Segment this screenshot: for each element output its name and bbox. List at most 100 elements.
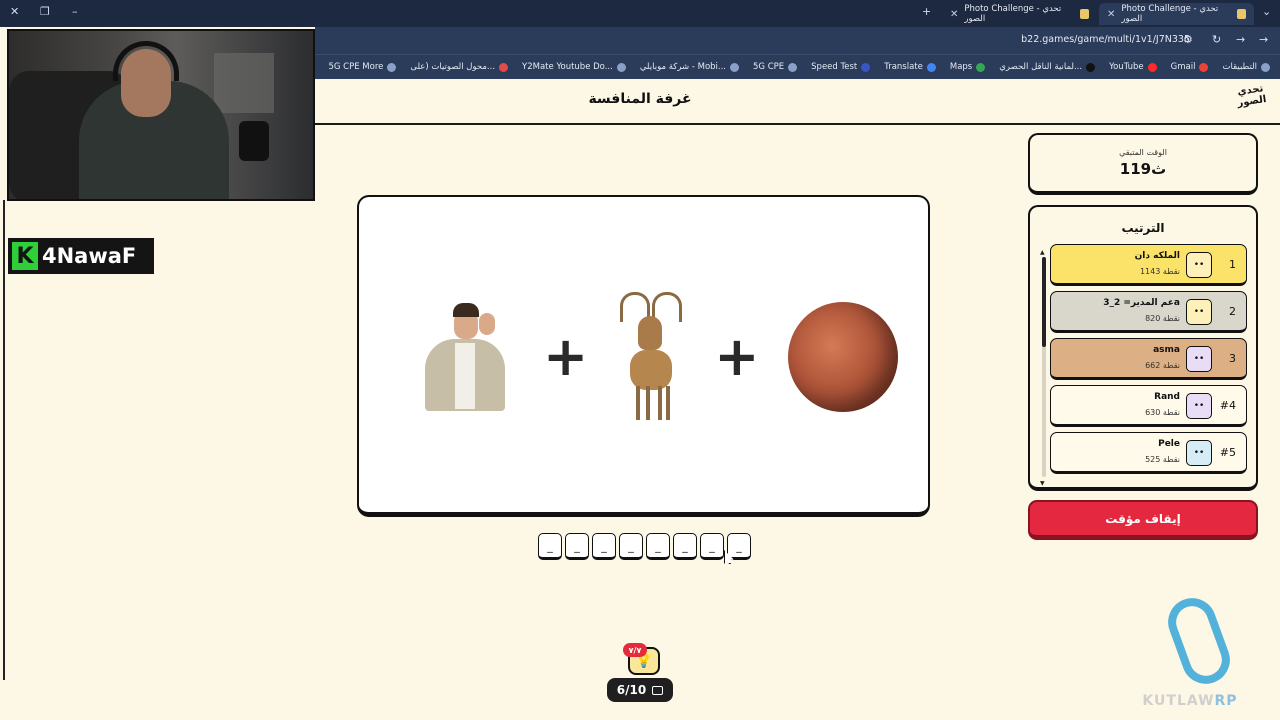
microphone-icon <box>239 121 269 161</box>
kick-logo-icon: K <box>12 242 38 270</box>
player-avatar-icon: •• <box>1186 346 1212 372</box>
tab-search-chevron-icon[interactable]: ⌄ <box>1262 5 1271 18</box>
answer-slot[interactable]: _ <box>646 533 670 560</box>
player-avatar-icon: •• <box>1186 440 1212 466</box>
scroll-down-icon[interactable]: ▼ <box>1040 480 1045 487</box>
player-avatar-icon: •• <box>1186 252 1212 278</box>
tab-title: Photo Challenge - تحدي الصور <box>964 4 1062 24</box>
plus-icon: + <box>543 325 589 388</box>
bookmark-y2mate[interactable]: Y2Mate Youtube Do... <box>522 62 626 72</box>
site-settings-icon[interactable]: ⚙ <box>1183 33 1193 46</box>
round-counter: 6/10 <box>607 678 673 702</box>
player-rank: 1 <box>1229 258 1236 271</box>
watermark-ring-icon <box>1161 591 1237 691</box>
close-window-icon[interactable]: ✕ <box>10 5 19 18</box>
answer-slot[interactable]: _ <box>538 533 562 560</box>
player-score: 525 نقطة <box>1145 455 1180 464</box>
router-icon <box>387 62 397 72</box>
player-score: 820 نقطة <box>1145 314 1180 323</box>
reload-icon[interactable]: ↻ <box>1212 33 1221 46</box>
back-icon[interactable]: → <box>1259 33 1268 46</box>
deer-image <box>616 292 686 422</box>
minimize-window-icon[interactable]: – <box>72 5 78 18</box>
round-progress: 6/10 <box>616 683 647 697</box>
bookmark-translate[interactable]: Translate <box>884 62 936 72</box>
answer-slot[interactable]: _ <box>700 533 724 560</box>
tab-favicon-icon <box>1236 9 1246 19</box>
ranking-scrollbar[interactable]: ▲ ▼ <box>1040 249 1046 487</box>
tab-photo-challenge-1[interactable]: ✕ Photo Challenge - تحدي الصور <box>1099 3 1254 25</box>
bookmark-gmail[interactable]: Gmail <box>1171 62 1209 72</box>
webcam-lamp <box>214 53 274 113</box>
answer-slot[interactable]: _ <box>619 533 643 560</box>
speed-test-icon <box>861 62 871 72</box>
bookmark-apps[interactable]: التطبيقات <box>1222 62 1270 72</box>
player-row: #4 •• Rand 630 نقطة <box>1050 385 1247 427</box>
player-name: Rand <box>1154 392 1180 402</box>
timer-card: الوقت المتبقي 119ث <box>1028 133 1258 195</box>
browser-tab-bar: ✕ ❐ – + ✕ Photo Challenge - تحدي الصور ✕… <box>0 0 1280 27</box>
youtube-icon <box>1147 62 1157 72</box>
watermark-logo: KUTLAWRP <box>1135 591 1245 717</box>
deer-body <box>630 350 673 390</box>
player-score: 630 نقطة <box>1145 408 1180 417</box>
man-hand <box>479 313 495 335</box>
answer-slot[interactable]: _ <box>592 533 616 560</box>
scroll-thumb[interactable] <box>1042 257 1046 347</box>
bookmark-speed-test[interactable]: Speed Test <box>811 62 871 72</box>
player-row: 1 •• الملكه دان 1143 نقطة <box>1050 244 1247 286</box>
gmail-icon <box>1199 62 1209 72</box>
close-tab-icon[interactable]: ✕ <box>950 9 958 20</box>
forward-icon[interactable]: → <box>1236 33 1245 46</box>
pause-timer-button[interactable]: إيقاف مؤقت <box>1028 500 1258 540</box>
player-score: 1143 نقطة <box>1139 267 1180 276</box>
deer-leg <box>636 386 641 420</box>
player-rank: #5 <box>1219 446 1236 459</box>
bookmark-mobily[interactable]: شركة موبايلي - Mobi... <box>640 62 740 72</box>
answer-slot[interactable]: _ <box>727 533 751 560</box>
player-name: الملكه دان <box>1134 251 1180 261</box>
close-tab-icon[interactable]: ✕ <box>1107 9 1115 20</box>
bookmark-maps[interactable]: Maps <box>950 62 986 72</box>
tv-icon <box>1086 62 1096 72</box>
restore-window-icon[interactable]: ❐ <box>40 5 50 18</box>
watermark-text: KUTLAWRP <box>1142 693 1238 709</box>
globe-icon <box>616 62 626 72</box>
deer-leg <box>658 386 663 420</box>
timer-label: الوقت المتبقي <box>1119 148 1167 157</box>
bookmark-tv[interactable]: لمانية الناقل الحصري... <box>999 62 1096 72</box>
channel-badge: K 4NawaF <box>8 238 154 274</box>
new-tab-icon[interactable]: + <box>922 5 931 18</box>
bookmark-audio-converter[interactable]: محول الصوتيات (على... <box>410 62 509 72</box>
deer-leg <box>666 386 671 420</box>
url-field[interactable]: b22.games/game/multi/1v1/J7N335 <box>1021 34 1190 45</box>
ranking-panel: الترتيب ▲ ▼ 1 •• الملكه دان 1143 نقطة 2 … <box>1028 205 1258 491</box>
player-rank: 3 <box>1229 352 1236 365</box>
bookmark-youtube[interactable]: YouTube <box>1109 62 1157 72</box>
tab-photo-challenge-2[interactable]: ✕ Photo Challenge - تحدي الصور <box>942 3 1097 25</box>
bookmark-5g-cpe-more[interactable]: 5G CPE More <box>328 62 397 72</box>
player-score: 662 نقطة <box>1145 361 1180 370</box>
translate-icon <box>926 62 936 72</box>
bookmark-5g-cpe[interactable]: 5G CPE <box>753 62 798 72</box>
scroll-up-icon[interactable]: ▲ <box>1040 249 1045 256</box>
player-avatar-icon: •• <box>1186 299 1212 325</box>
man-hair <box>453 303 479 317</box>
ranking-title: الترتيب <box>1121 221 1165 235</box>
page-title: غرفة المنافسة <box>588 91 692 107</box>
puzzle-card: + + <box>357 195 930 517</box>
answer-slot[interactable]: _ <box>673 533 697 560</box>
globe-icon <box>730 62 740 72</box>
image-icon <box>652 685 664 695</box>
brand-logo[interactable]: تحدي الصور <box>1232 83 1272 122</box>
deer-head <box>638 316 663 350</box>
deer-leg <box>646 386 651 420</box>
player-rank: #4 <box>1219 399 1236 412</box>
router-icon <box>788 62 798 72</box>
answer-slot[interactable]: _ <box>565 533 589 560</box>
converter-icon <box>499 62 509 72</box>
game-header: غرفة المنافسة تحدي الصور <box>315 79 1280 125</box>
apps-grid-icon <box>1261 62 1270 72</box>
channel-name: 4NawaF <box>42 244 137 268</box>
player-row: 2 •• عم المدير= 2_3a 820 نقطة <box>1050 291 1247 333</box>
